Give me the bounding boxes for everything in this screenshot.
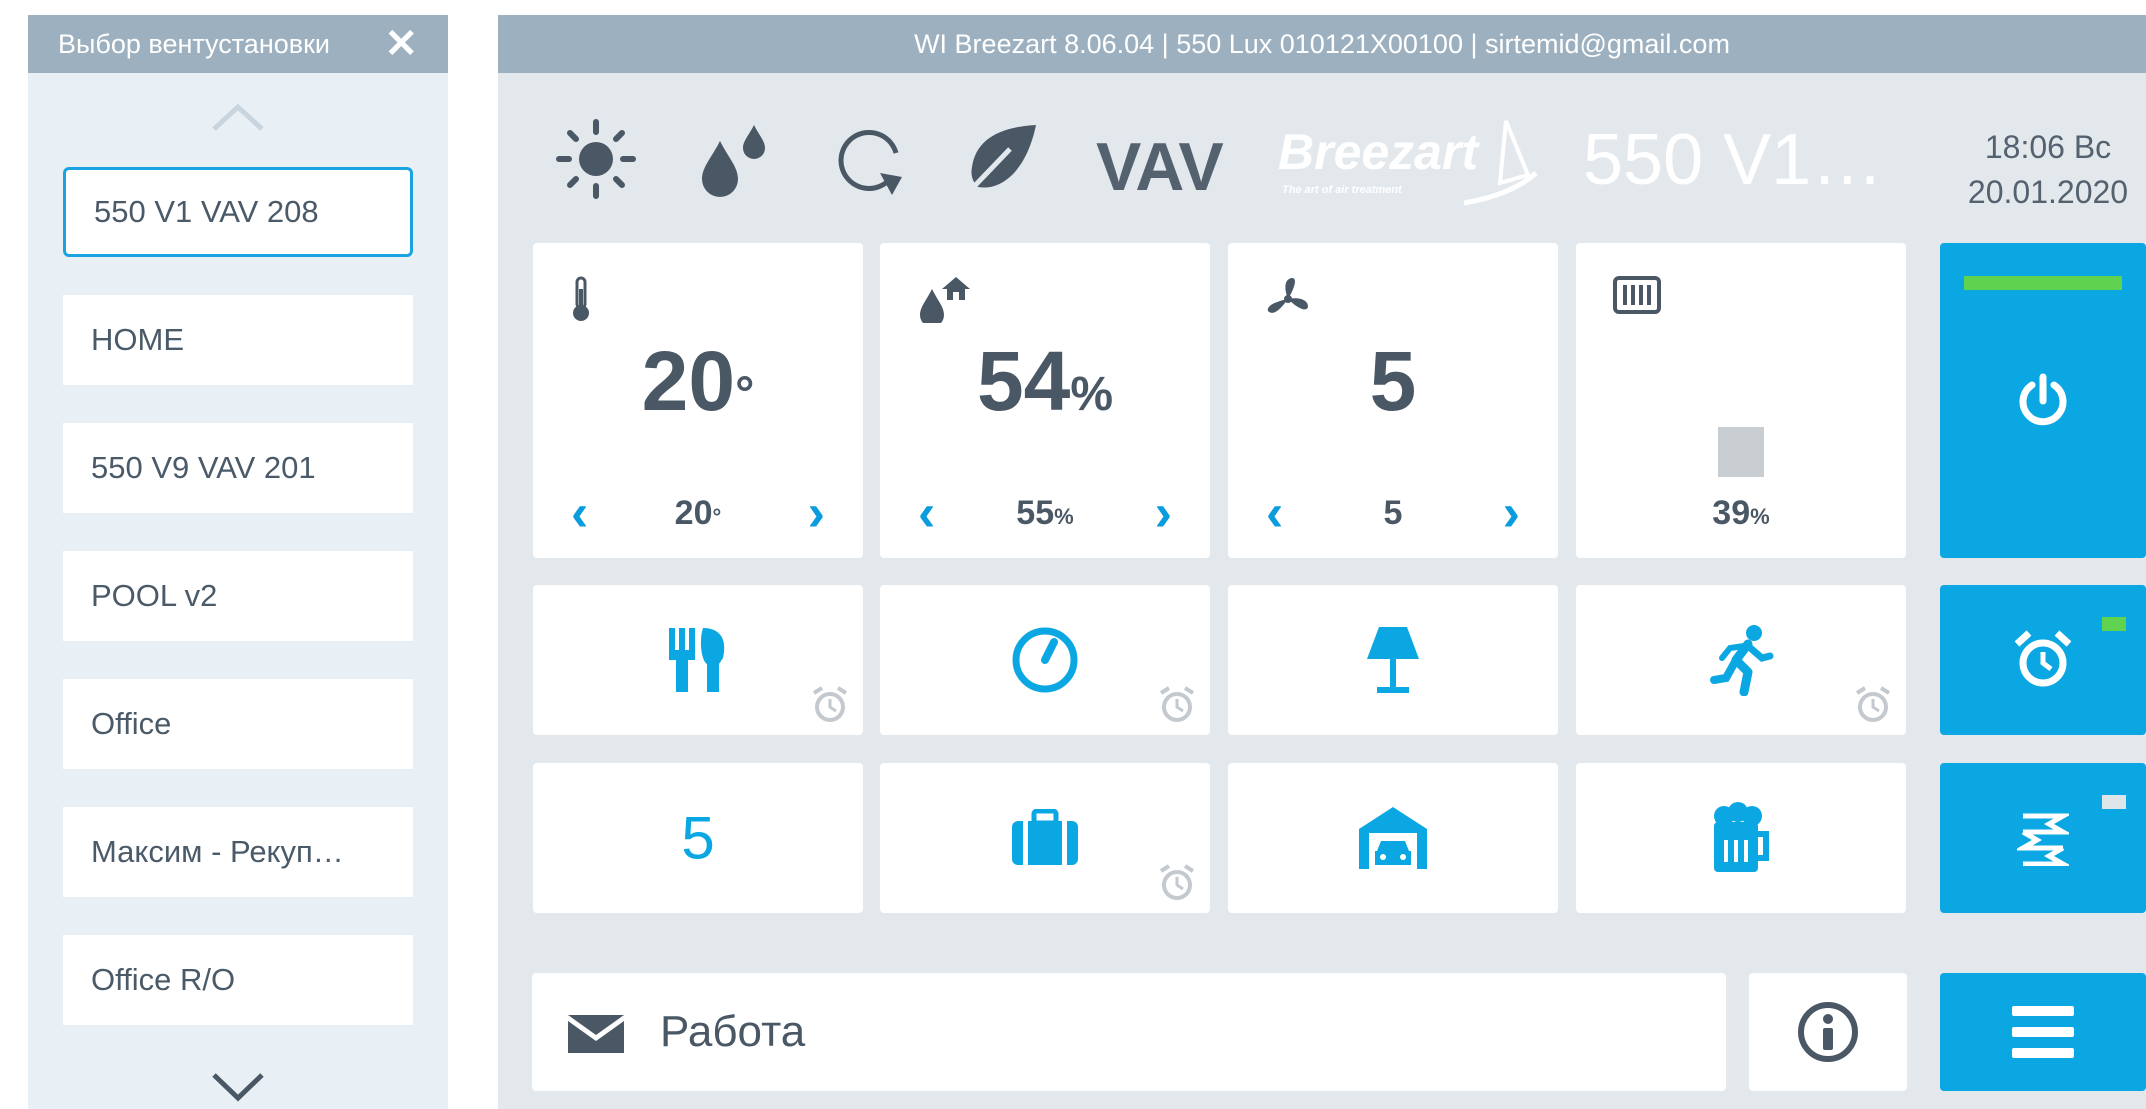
power-button[interactable]: [1940, 243, 2146, 558]
time-text: 18:06 Вс: [1984, 129, 2112, 165]
fan-tile[interactable]: 5 ‹ 5 ›: [1228, 243, 1558, 558]
power-icon: [2019, 373, 2067, 425]
unit-item-550-v1-vav-208[interactable]: 550 V1 VAV 208: [63, 167, 413, 257]
fan-setpoint-row: ‹ 5 ›: [1228, 483, 1558, 543]
scenario-indicator: [2102, 795, 2126, 809]
timer-icon: [1012, 627, 1078, 693]
humidity-value: 54%: [976, 334, 1114, 428]
preset-number: 5: [681, 804, 715, 872]
unit-item-label: HOME: [91, 322, 184, 357]
schedule-button[interactable]: [1940, 585, 2146, 735]
fan-speed-value: 5: [1369, 334, 1417, 428]
heater-tile[interactable]: 39%: [1576, 243, 1906, 558]
info-button[interactable]: [1749, 973, 1907, 1091]
unit-selector-sidebar: Выбор вентустановки ✕ 550 V1 VAV 208 HOM…: [28, 15, 448, 1109]
device-info: WI Breezart 8.06.04 | 550 Lux 010121X001…: [914, 28, 1730, 59]
mode-timer-button[interactable]: [880, 585, 1210, 735]
heater-level-row: 39%: [1576, 483, 1906, 543]
mode-running-button[interactable]: [1576, 585, 1906, 735]
status-row: VAV Breezart The art of air treatment 55…: [498, 73, 2146, 253]
thermometer-icon: [573, 276, 589, 321]
lamp-icon: [1367, 627, 1419, 693]
status-message-bar: Работа: [532, 973, 1726, 1091]
scenario-list-icon: [2017, 813, 2069, 866]
mode-lamp-button[interactable]: [1228, 585, 1558, 735]
close-icon[interactable]: ✕: [384, 24, 418, 64]
power-status-indicator: [1964, 276, 2122, 290]
schedule-alarm-icon: [812, 686, 848, 722]
running-icon: [1710, 625, 1774, 696]
info-icon: [1798, 1002, 1858, 1062]
beer-mug-icon: [1714, 802, 1769, 872]
mode-garage-button[interactable]: [1228, 763, 1558, 913]
date-text: 20.01.2020: [1967, 174, 2129, 210]
unit-name: 550 V1…: [1583, 120, 1884, 200]
unit-item-office[interactable]: Office: [63, 679, 413, 769]
recirculation-icon: [838, 130, 902, 195]
schedule-alarm-icon: [1855, 686, 1891, 722]
dining-icon: [669, 628, 725, 692]
unit-item-pool-v2[interactable]: POOL v2: [63, 551, 413, 641]
heater-level-text: 39%: [1712, 494, 1770, 532]
sun-icon: [556, 119, 636, 199]
mode-work-button[interactable]: [880, 763, 1210, 913]
schedule-alarm-icon: [1159, 686, 1195, 722]
unit-item-550-v9-vav-201[interactable]: 550 V9 VAV 201: [63, 423, 413, 513]
breezart-logo: Breezart The art of air treatment: [1278, 120, 1538, 206]
humidity-tile[interactable]: 54% ‹ 55% ›: [880, 243, 1210, 558]
status-message-text: Работа: [660, 1007, 806, 1056]
menu-button[interactable]: [1940, 973, 2146, 1091]
unit-item-label: 550 V1 VAV 208: [94, 194, 319, 229]
temperature-increase-button[interactable]: ›: [808, 483, 825, 543]
logo-tagline: The art of air treatment: [1282, 184, 1403, 196]
scroll-up-icon[interactable]: [210, 103, 266, 133]
unit-item-label: Office R/O: [91, 962, 236, 997]
unit-list: 550 V1 VAV 208 HOME 550 V9 VAV 201 POOL …: [63, 167, 413, 1063]
unit-item-label: POOL v2: [91, 578, 218, 613]
briefcase-icon: [1012, 809, 1078, 865]
hamburger-menu-icon: [2012, 1006, 2074, 1058]
unit-item-label: 550 V9 VAV 201: [91, 450, 316, 485]
humidity-setpoint-row: ‹ 55% ›: [880, 483, 1210, 543]
garage-icon: [1359, 807, 1427, 869]
fan-increase-button[interactable]: ›: [1503, 483, 1520, 543]
mode-dining-button[interactable]: [533, 585, 863, 735]
mode-preset-5-button[interactable]: 5: [533, 763, 863, 913]
unit-item-label: Office: [91, 706, 172, 741]
vav-mode-text: VAV: [1096, 129, 1224, 205]
sidebar-title: Выбор вентустановки: [58, 28, 330, 59]
leaf-icon: [962, 125, 1036, 199]
temperature-tile[interactable]: 20° ‹ 20° ›: [533, 243, 863, 558]
main-panel: WI Breezart 8.06.04 | 550 Lux 010121X001…: [498, 15, 2146, 1109]
temperature-setpoint-row: ‹ 20° ›: [533, 483, 863, 543]
heater-icon: [1613, 276, 1661, 314]
heater-level-bar: [1718, 427, 1764, 477]
unit-item-maksim[interactable]: Максим - Рекуп…: [63, 807, 413, 897]
alarm-clock-icon: [2014, 630, 2072, 687]
schedule-active-indicator: [2102, 617, 2126, 631]
main-header: WI Breezart 8.06.04 | 550 Lux 010121X001…: [498, 15, 2146, 73]
unit-item-home[interactable]: HOME: [63, 295, 413, 385]
humidity-drops-icon: [702, 125, 765, 197]
sidebar-header: Выбор вентустановки ✕: [28, 15, 448, 73]
unit-item-office-ro[interactable]: Office R/O: [63, 935, 413, 1025]
envelope-icon: [568, 1015, 624, 1053]
scroll-down-icon[interactable]: [210, 1071, 266, 1103]
humidity-home-icon: [920, 277, 970, 323]
fan-icon: [1267, 278, 1308, 313]
humidity-increase-button[interactable]: ›: [1155, 483, 1172, 543]
logo-brand: Breezart: [1278, 124, 1480, 180]
mode-party-button[interactable]: [1576, 763, 1906, 913]
date-time: 18:06 Вс 20.01.2020: [1953, 125, 2143, 215]
schedule-alarm-icon: [1159, 864, 1195, 900]
scenario-button[interactable]: [1940, 763, 2146, 913]
temperature-value: 20°: [641, 334, 755, 428]
unit-item-label: Максим - Рекуп…: [91, 834, 344, 869]
